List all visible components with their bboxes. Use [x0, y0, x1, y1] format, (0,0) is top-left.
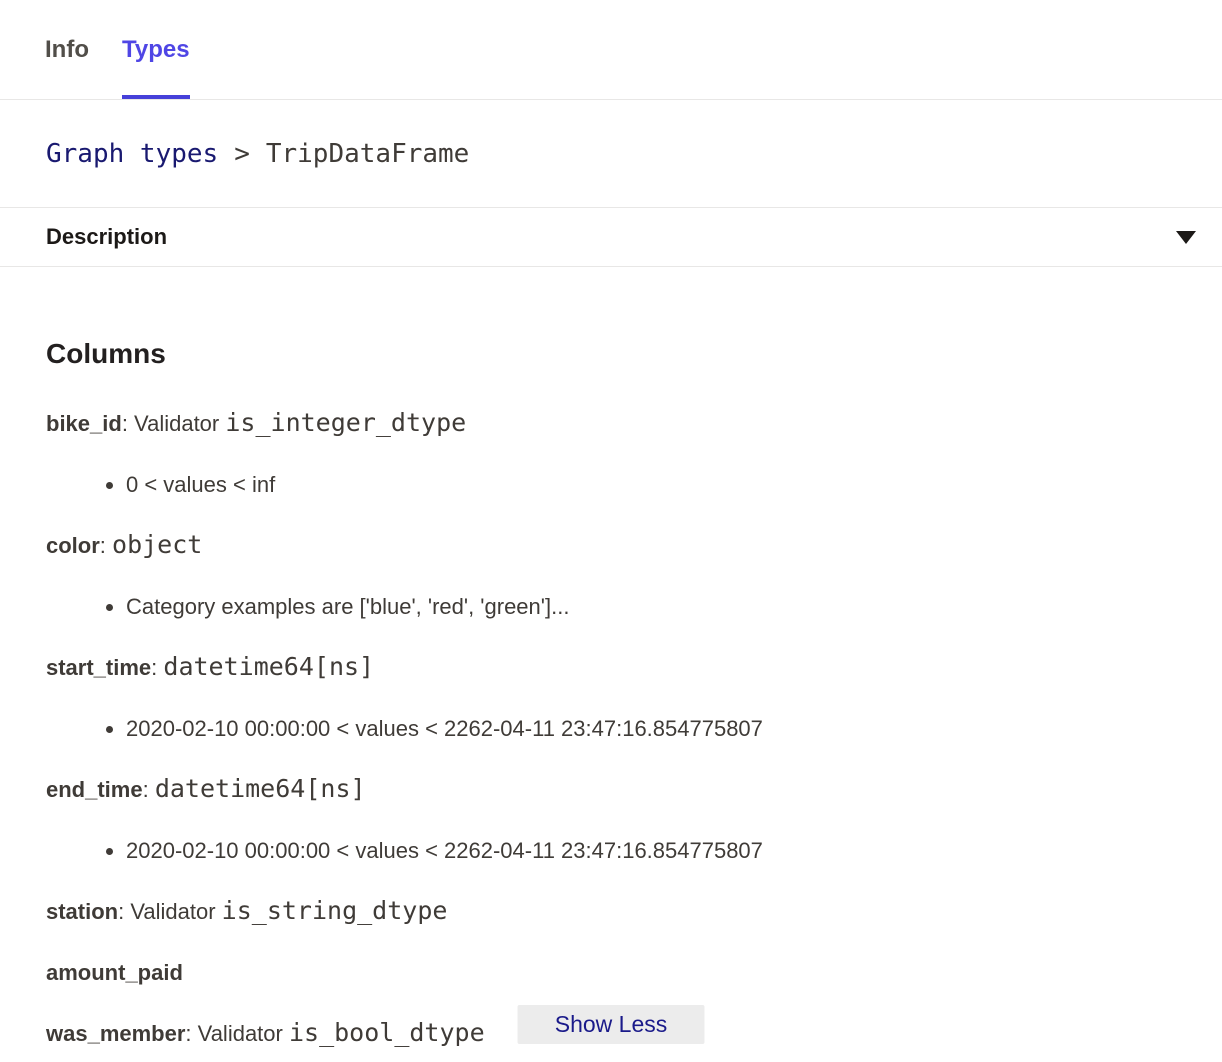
column-entry: color: object [46, 531, 1176, 561]
column-colon: : [118, 899, 130, 924]
column-dtype-code: datetime64[ns] [155, 774, 366, 803]
column-entry: bike_id: Validator is_integer_dtype [46, 409, 1176, 439]
column-validator-label: Validator [198, 1021, 289, 1046]
column-colon: : [100, 533, 112, 558]
column-colon: : [185, 1021, 197, 1046]
tab-types[interactable]: Types [122, 0, 190, 99]
description-section-header[interactable]: Description [0, 208, 1222, 267]
columns-section: Columns bike_id: Validator is_integer_dt… [0, 267, 1222, 1049]
column-name: was_member [46, 1021, 185, 1046]
column-dtype-code: is_string_dtype [222, 896, 448, 925]
column-name: start_time [46, 655, 151, 680]
column-constraints: 0 < values < inf [46, 470, 1176, 500]
column-colon: : [143, 777, 155, 802]
breadcrumb: Graph types > TripDataFrame [0, 100, 1222, 208]
breadcrumb-separator: > [234, 139, 250, 169]
column-constraints: 2020-02-10 00:00:00 < values < 2262-04-1… [46, 714, 1176, 744]
column-name: color [46, 533, 100, 558]
column-dtype-code: is_integer_dtype [225, 408, 466, 437]
tab-bar: Info Types [0, 0, 1222, 100]
breadcrumb-link-graph-types[interactable]: Graph types [46, 139, 218, 169]
column-name: end_time [46, 777, 143, 802]
column-constraint: 0 < values < inf [126, 470, 1176, 500]
column-entry: end_time: datetime64[ns] [46, 775, 1176, 805]
column-colon: : [122, 411, 134, 436]
column-constraint: Category examples are ['blue', 'red', 'g… [126, 592, 1176, 622]
description-title: Description [46, 224, 167, 250]
column-colon: : [151, 655, 163, 680]
column-constraints: Category examples are ['blue', 'red', 'g… [46, 592, 1176, 622]
column-name: amount_paid [46, 960, 183, 985]
column-dtype-code: is_bool_dtype [289, 1018, 485, 1047]
column-entries: bike_id: Validator is_integer_dtype 0 < … [46, 409, 1176, 1049]
columns-heading: Columns [46, 337, 1176, 371]
column-validator-label: Validator [130, 899, 221, 924]
column-name: bike_id [46, 411, 122, 436]
column-dtype-code: datetime64[ns] [163, 652, 374, 681]
column-entry: amount_paid [46, 958, 1176, 988]
breadcrumb-current-page: TripDataFrame [266, 139, 470, 169]
column-constraint: 2020-02-10 00:00:00 < values < 2262-04-1… [126, 714, 1176, 744]
column-dtype-code: object [112, 530, 202, 559]
tab-info[interactable]: Info [45, 0, 89, 99]
show-less-button[interactable]: Show Less [518, 1005, 705, 1044]
column-entry: station: Validator is_string_dtype [46, 897, 1176, 927]
column-constraints: 2020-02-10 00:00:00 < values < 2262-04-1… [46, 836, 1176, 866]
column-entry: start_time: datetime64[ns] [46, 653, 1176, 683]
triangle-down-icon[interactable] [1176, 231, 1196, 244]
column-constraint: 2020-02-10 00:00:00 < values < 2262-04-1… [126, 836, 1176, 866]
column-name: station [46, 899, 118, 924]
column-validator-label: Validator [134, 411, 225, 436]
